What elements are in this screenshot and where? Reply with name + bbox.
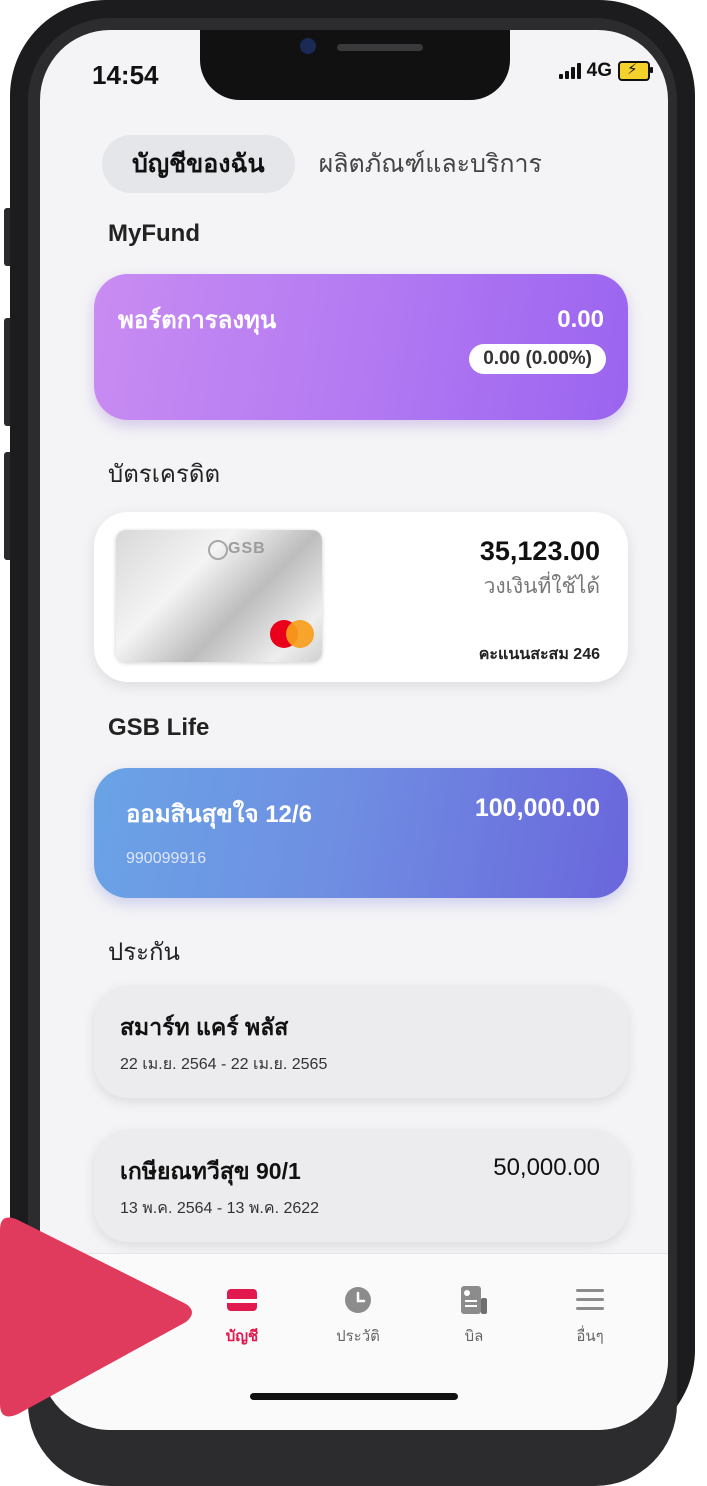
life-policy-amount: 100,000.00 [474,794,600,822]
mastercard-icon [270,620,314,648]
status-indicators: 4G ⚡ [558,60,653,82]
nav-item-bills[interactable]: บิล [424,1282,524,1348]
nav-label-more: อื่นๆ [576,1328,604,1345]
nav-label-accounts: บัญชี [225,1328,259,1345]
bolt-icon: ⚡ [627,61,638,78]
nav-label-history: ประวัติ [336,1328,380,1345]
bill-icon [424,1282,524,1318]
insurance-amount: 50,000.00 [493,1154,600,1181]
tab-products-services[interactable]: ผลิตภัณฑ์และบริการ [295,135,566,193]
credit-available-label: วงเงินที่ใช้ได้ [483,575,600,598]
status-time: 14:54 [92,60,159,90]
nav-item-accounts[interactable]: บัญชี [192,1282,292,1348]
fund-value: 0.00 [557,306,604,333]
myfund-card[interactable]: พอร์ตการลงทุน 0.00 0.00 (0.00%) [94,274,628,420]
section-title-insurance: ประกัน [108,939,180,966]
gsb-life-card[interactable]: ออมสินสุขใจ 12/6 100,000.00 990099916 [94,768,628,898]
account-tabs: บัญชีของฉัน ผลิตภัณฑ์และบริการ [102,135,566,193]
signal-icon [558,63,581,79]
insurance-name: สมาร์ท แคร์ พลัส [120,1014,289,1040]
section-title-gsb-life: GSB Life [108,714,210,741]
section-title-credit-card: บัตรเครดิต [108,461,221,488]
camera-icon [300,38,316,54]
fund-card-title: พอร์ตการลงทุน [118,307,277,334]
menu-icon [540,1282,640,1318]
nav-label-bills: บิล [464,1328,484,1345]
nav-item-history[interactable]: ประวัติ [308,1282,408,1348]
gsb-emblem-icon [208,540,228,560]
credit-available-amount: 35,123.00 [479,536,600,566]
tab-my-accounts[interactable]: บัญชีของฉัน [102,135,295,193]
card-brand-logo: GSB [228,540,266,557]
insurance-card[interactable]: สมาร์ท แคร์ พลัส 22 เม.ย. 2564 - 22 เม.ย… [94,986,628,1098]
fund-change-badge: 0.00 (0.00%) [469,344,606,374]
section-title-myfund: MyFund [108,220,200,247]
battery-icon: ⚡ [618,61,653,81]
home-indicator[interactable] [250,1393,458,1400]
credit-card-image: GSB [116,530,322,662]
life-account-number: 990099916 [126,850,207,867]
speaker-grille [337,44,423,51]
wallet-icon [192,1282,292,1318]
credit-card-panel[interactable]: GSB 35,123.00 วงเงินที่ใช้ได้ คะแนนสะสม … [94,512,628,682]
notch [200,30,510,100]
clock-icon [308,1282,408,1318]
insurance-name: เกษียณทวีสุข 90/1 [120,1158,301,1184]
network-label: 4G [586,60,612,81]
insurance-date: 22 เม.ย. 2564 - 22 เม.ย. 2565 [120,1056,328,1073]
nav-item-more[interactable]: อื่นๆ [540,1282,640,1348]
play-icon[interactable] [0,1212,198,1422]
life-policy-name: ออมสินสุขใจ 12/6 [126,801,312,828]
credit-points: คะแนนสะสม 246 [478,646,600,663]
